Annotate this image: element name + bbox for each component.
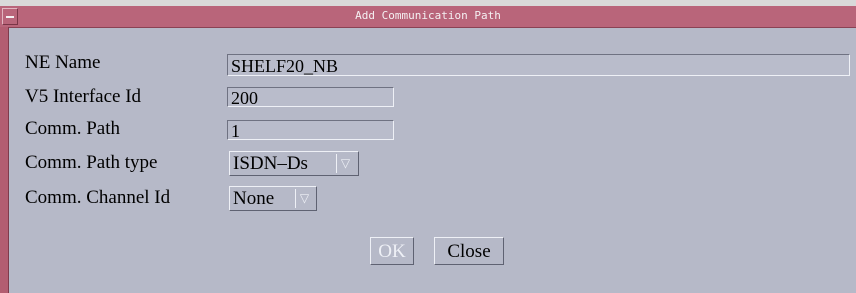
ne-name-field[interactable]: SHELF20_NB [227,54,850,76]
comm-channel-id-label: Comm. Channel Id [25,187,171,208]
v5-interface-label: V5 Interface Id [25,86,142,107]
comm-path-type-value: ISDN–Ds [233,153,308,174]
comm-path-field[interactable]: 1 [227,120,394,141]
window-frame-left [0,27,9,293]
ok-button[interactable]: OK [370,237,414,265]
ne-name-label: NE Name [25,52,101,73]
comm-channel-id-select[interactable]: None ▽ [229,186,317,211]
chevron-down-icon[interactable]: ▽ [336,154,354,173]
comm-path-label: Comm. Path [25,118,121,139]
comm-path-type-select[interactable]: ISDN–Ds ▽ [229,151,359,176]
add-communication-path-dialog: Add Communication Path NE Name SHELF20_N… [0,6,856,293]
v5-interface-id-field[interactable]: 200 [227,87,394,108]
comm-path-type-label: Comm. Path type [25,152,158,173]
window-title: Add Communication Path [355,9,501,22]
chevron-down-icon[interactable]: ▽ [295,189,313,208]
close-button[interactable]: Close [434,237,504,265]
comm-channel-id-value: None [233,188,275,209]
title-bar[interactable]: Add Communication Path [0,6,856,28]
